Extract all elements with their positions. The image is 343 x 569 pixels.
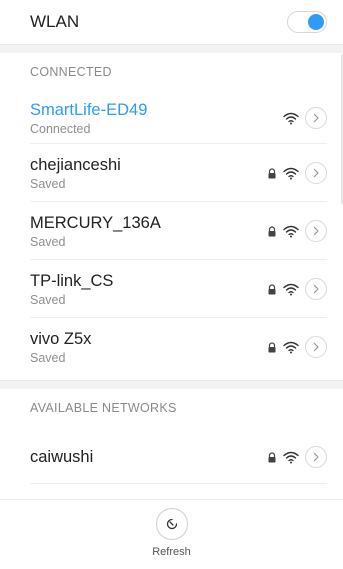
wifi-icon xyxy=(283,167,299,179)
connected-section-header: CONNECTED xyxy=(30,65,112,79)
network-ssid: vivo Z5x xyxy=(30,329,92,348)
network-ssid: TP-link_CS xyxy=(30,271,114,290)
network-text: SmartLife-ED49 Connected xyxy=(30,100,147,137)
network-icons xyxy=(267,162,327,184)
lock-icon xyxy=(268,451,276,462)
network-text: chejianceshi Saved xyxy=(30,155,121,192)
refresh-button[interactable] xyxy=(155,508,188,540)
network-icons xyxy=(283,107,327,129)
network-details-button[interactable] xyxy=(305,220,327,242)
section-divider xyxy=(0,44,343,53)
wlan-toggle[interactable] xyxy=(287,11,327,33)
network-details-button[interactable] xyxy=(305,278,327,300)
network-status: Saved xyxy=(30,350,66,365)
network-text: MERCURY_136A Saved xyxy=(30,213,161,250)
network-text: vivo Z5x Saved xyxy=(30,329,91,366)
network-ssid: caiwushi xyxy=(30,448,94,466)
wifi-icon xyxy=(283,112,299,124)
network-icons xyxy=(267,278,327,300)
network-icons xyxy=(267,220,327,242)
refresh-label: Refresh xyxy=(152,546,191,558)
network-ssid: SmartLife-ED49 xyxy=(30,100,148,119)
wlan-settings-screen: WLAN CONNECTED SmartLife-ED49 Connected xyxy=(0,0,343,569)
network-details-button[interactable] xyxy=(305,336,327,358)
network-row-chejianceshi[interactable]: chejianceshi Saved xyxy=(0,144,343,202)
network-text: caiwushi xyxy=(30,447,93,467)
lock-icon xyxy=(268,167,276,178)
wlan-toggle-row: WLAN xyxy=(0,0,343,44)
wlan-title: WLAN xyxy=(30,12,80,31)
wifi-icon xyxy=(283,341,299,353)
network-icons xyxy=(267,446,327,468)
network-status: Saved xyxy=(30,292,66,307)
network-text: TP-link_CS Saved xyxy=(30,271,113,308)
network-details-button[interactable] xyxy=(305,107,327,129)
available-section-header: AVAILABLE NETWORKS xyxy=(30,401,177,415)
chevron-right-icon xyxy=(313,113,319,123)
section-divider xyxy=(0,380,343,389)
chevron-right-icon xyxy=(313,342,319,352)
wifi-icon xyxy=(283,283,299,295)
chevron-right-icon xyxy=(313,284,319,294)
chevron-right-icon xyxy=(313,226,319,236)
network-status: Connected xyxy=(30,121,91,136)
network-ssid: chejianceshi xyxy=(30,155,121,174)
network-status: Saved xyxy=(30,234,66,249)
network-details-button[interactable] xyxy=(305,162,327,184)
refresh-icon xyxy=(166,518,177,530)
network-ssid: MERCURY_136A xyxy=(30,213,161,232)
network-row-caiwushi[interactable]: caiwushi xyxy=(0,430,343,484)
network-icons xyxy=(267,336,327,358)
network-row-tplink[interactable]: TP-link_CS Saved xyxy=(0,260,343,318)
lock-icon xyxy=(268,283,276,294)
bottom-action-bar: Refresh xyxy=(0,499,343,569)
wifi-icon xyxy=(283,451,299,463)
toggle-knob xyxy=(308,14,324,30)
network-status: Saved xyxy=(30,176,66,191)
chevron-right-icon xyxy=(313,452,319,462)
chevron-right-icon xyxy=(313,168,319,178)
wifi-icon xyxy=(283,225,299,237)
network-row-smartlife[interactable]: SmartLife-ED49 Connected xyxy=(0,92,343,144)
lock-icon xyxy=(268,225,276,236)
network-row-mercury[interactable]: MERCURY_136A Saved xyxy=(0,202,343,260)
lock-icon xyxy=(268,341,276,352)
network-details-button[interactable] xyxy=(305,446,327,468)
network-row-vivo[interactable]: vivo Z5x Saved xyxy=(0,318,343,376)
